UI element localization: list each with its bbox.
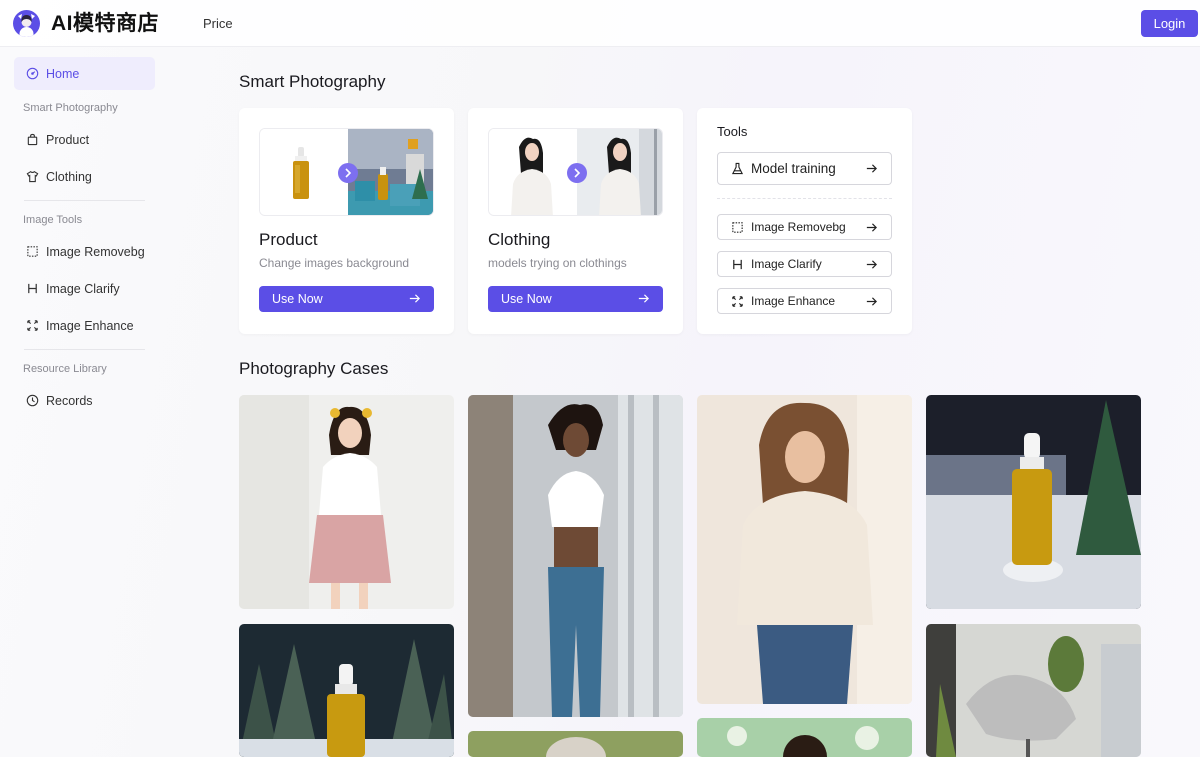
tools-card: Tools Model training Image Removebg Imag… — [697, 108, 912, 334]
product-preview-image — [259, 128, 434, 216]
sidebar-item-label: Clothing — [46, 169, 92, 184]
case-image-girl-pink-skirt[interactable] — [239, 395, 454, 609]
h-icon — [733, 259, 742, 269]
case-image-bottle-snow-night[interactable] — [926, 395, 1141, 609]
sidebar-item-image-clarify[interactable]: Image Clarify — [14, 272, 155, 305]
smart-photography-title: Smart Photography — [239, 72, 386, 91]
case-image-chair-balcony[interactable] — [926, 624, 1141, 757]
clock-icon — [26, 394, 39, 407]
product-card: Product Change images background Use Now — [239, 108, 454, 334]
arrow-right-icon — [866, 296, 877, 306]
image-removebg-label: Image Removebg — [751, 220, 846, 234]
image-enhance-button[interactable]: Image Enhance — [717, 288, 892, 314]
logo-title[interactable]: AI模特商店 — [51, 10, 159, 37]
product-card-description: Change images background — [259, 256, 410, 270]
dashboard-icon — [26, 67, 39, 80]
arrow-right-icon — [638, 294, 649, 303]
sidebar-group-image-tools: Image Tools — [23, 214, 83, 226]
crop-icon — [27, 246, 38, 257]
sidebar-item-label: Product — [46, 132, 90, 147]
sidebar: Home Smart Photography Product Clothing … — [0, 47, 170, 757]
nav-price-link[interactable]: Price — [203, 16, 233, 31]
image-enhance-label: Image Enhance — [751, 294, 836, 308]
arrow-right-icon — [866, 164, 877, 173]
sidebar-item-home[interactable]: Home — [14, 57, 155, 90]
clothing-card: Clothing models trying on clothings Use … — [468, 108, 683, 334]
model-training-button[interactable]: Model training — [717, 152, 892, 185]
flask-icon — [731, 162, 744, 175]
bag-icon — [27, 133, 38, 146]
logo-icon[interactable] — [13, 10, 40, 37]
sidebar-item-label: Image Clarify — [46, 281, 120, 296]
sidebar-divider — [24, 200, 145, 201]
image-clarify-label: Image Clarify — [751, 257, 822, 271]
arrow-right-icon — [866, 259, 877, 269]
tools-divider — [717, 198, 892, 199]
sidebar-divider — [24, 349, 145, 350]
case-image-woman-blue-leggings[interactable] — [468, 395, 683, 717]
sidebar-item-image-removebg[interactable]: Image Removebg — [14, 235, 155, 268]
image-clarify-button[interactable]: Image Clarify — [717, 251, 892, 277]
login-button[interactable]: Login — [1141, 10, 1198, 37]
tools-card-title: Tools — [717, 124, 748, 139]
case-image-outdoor-model[interactable] — [468, 731, 683, 757]
clothing-preview-image — [488, 128, 663, 216]
crop-icon — [732, 221, 743, 233]
case-image-child-outdoor[interactable] — [697, 718, 912, 757]
use-now-label: Use Now — [501, 292, 552, 306]
sidebar-item-clothing[interactable]: Clothing — [14, 160, 155, 193]
sidebar-item-product[interactable]: Product — [14, 123, 155, 156]
product-card-title: Product — [259, 230, 318, 249]
image-removebg-button[interactable]: Image Removebg — [717, 214, 892, 240]
clothing-card-description: models trying on clothings — [488, 256, 627, 270]
sidebar-group-smart-photography: Smart Photography — [23, 102, 118, 114]
top-header: AI模特商店 Price Login — [0, 0, 1200, 47]
sidebar-item-records[interactable]: Records — [14, 384, 155, 417]
sidebar-group-resource-library: Resource Library — [23, 363, 107, 375]
case-image-bottle-snow-forest[interactable] — [239, 624, 454, 757]
use-now-label: Use Now — [272, 292, 323, 306]
h-icon — [28, 283, 37, 294]
clothing-use-now-button[interactable]: Use Now — [488, 286, 663, 312]
shirt-icon — [26, 170, 39, 183]
arrow-right-icon — [409, 294, 420, 303]
sidebar-item-label: Image Enhance — [46, 318, 134, 333]
model-training-label: Model training — [751, 161, 836, 176]
sidebar-item-label: Image Removebg — [46, 244, 145, 259]
arrow-right-icon — [866, 222, 877, 232]
sidebar-item-image-enhance[interactable]: Image Enhance — [14, 309, 155, 342]
expand-icon — [732, 295, 743, 307]
expand-icon — [27, 320, 38, 331]
sidebar-item-label: Records — [46, 393, 93, 408]
clothing-card-title: Clothing — [488, 230, 551, 249]
product-use-now-button[interactable]: Use Now — [259, 286, 434, 312]
sidebar-item-label: Home — [46, 66, 80, 81]
case-image-woman-white-sweater[interactable] — [697, 395, 912, 704]
photography-cases-title: Photography Cases — [239, 359, 389, 378]
